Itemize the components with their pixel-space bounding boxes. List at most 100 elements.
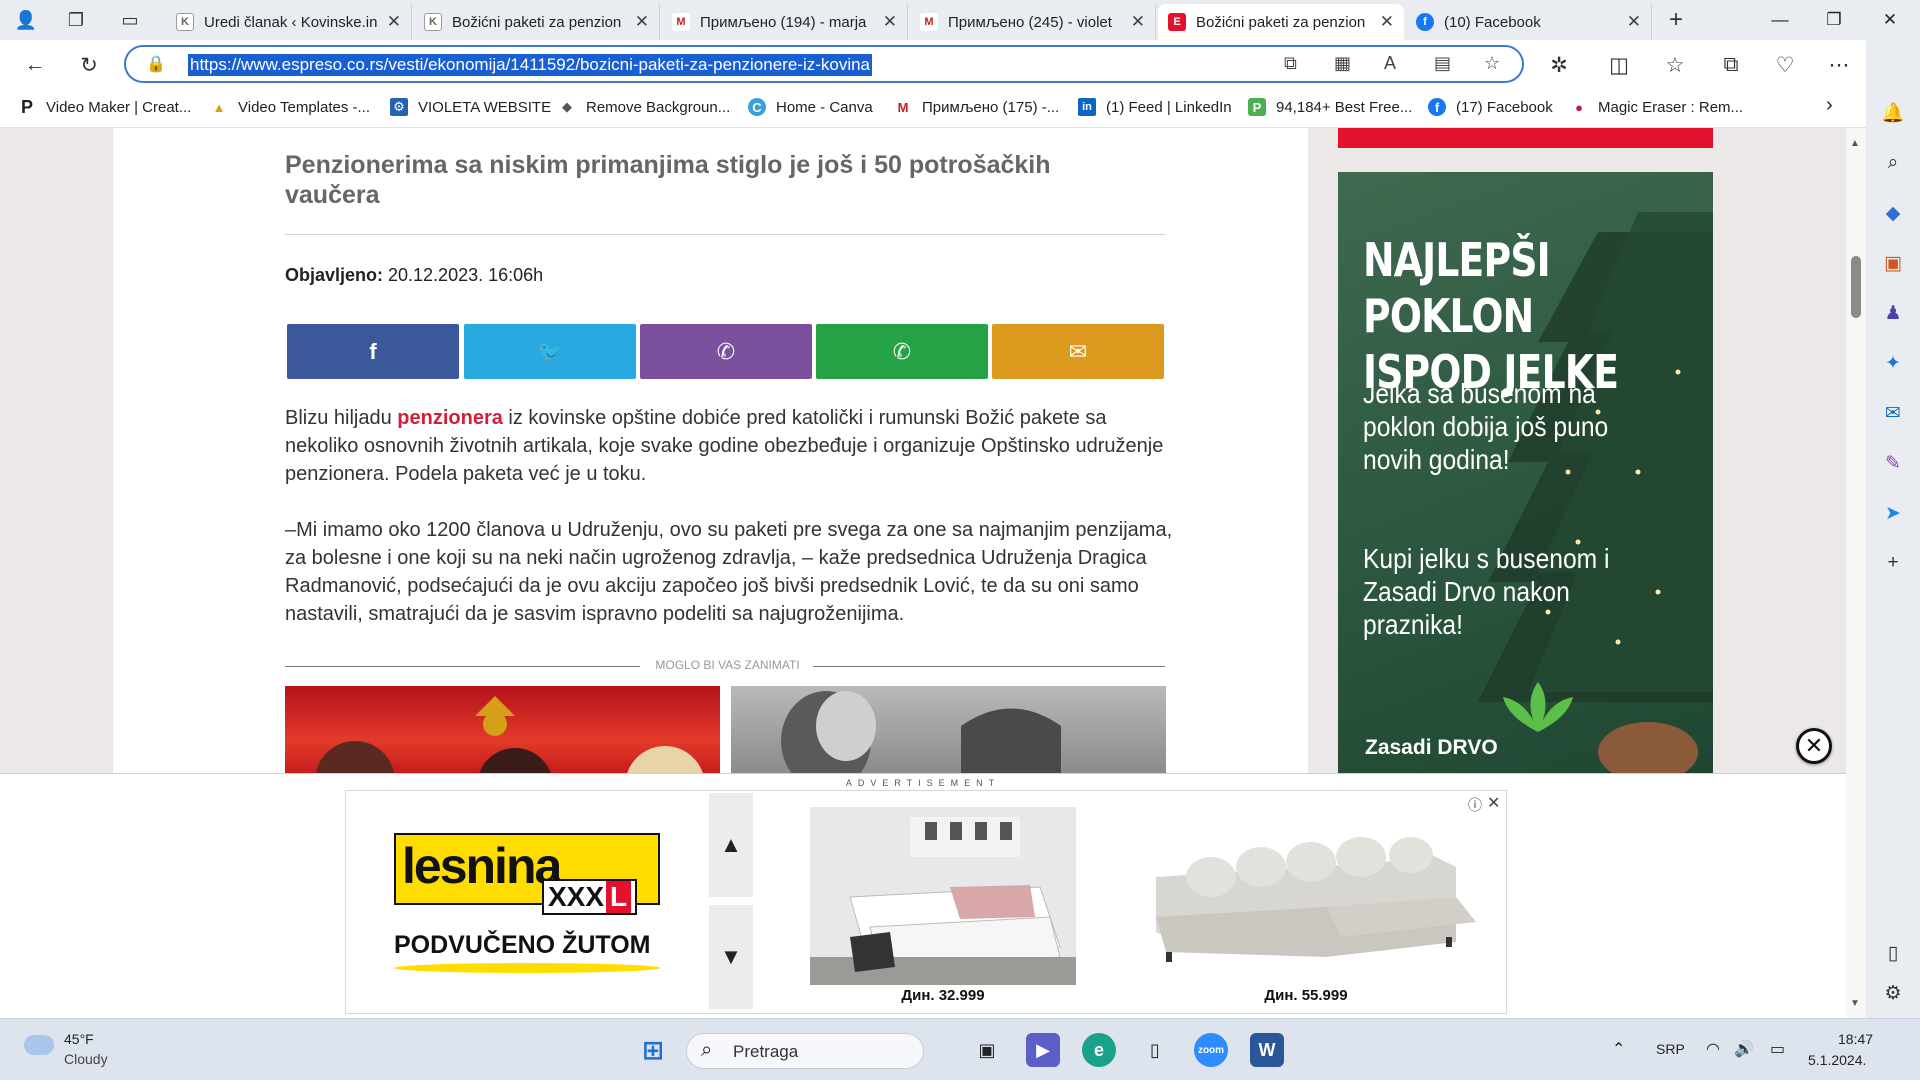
games-icon[interactable]: ♟: [1880, 300, 1906, 326]
favorite-star-icon[interactable]: ☆: [1484, 53, 1500, 74]
bookmark-facebook[interactable]: f (17) Facebook: [1428, 98, 1553, 116]
task-view-icon[interactable]: ▣: [970, 1033, 1004, 1067]
cloud-icon[interactable]: [24, 1035, 54, 1055]
minimize-icon[interactable]: —: [1752, 0, 1808, 40]
bookmark-violeta-website[interactable]: ⚙ VIOLETA WEBSITE: [390, 98, 551, 116]
share-facebook-button[interactable]: f: [287, 324, 459, 379]
bookmark-canva[interactable]: C Home - Canva: [748, 98, 873, 116]
bookmark-video-maker[interactable]: P Video Maker | Creat...: [18, 97, 191, 117]
collections-icon[interactable]: ⧉: [1716, 50, 1746, 80]
product-bed-image[interactable]: [810, 807, 1076, 985]
wifi-icon[interactable]: ◠: [1706, 1039, 1720, 1059]
tab-kovinske-article[interactable]: K Božićni paketi za penzion ✕: [414, 4, 660, 40]
restore-icon[interactable]: ❐: [1806, 0, 1862, 40]
bookmark-video-templates[interactable]: ▲ Video Templates -...: [210, 98, 370, 116]
profile-icon[interactable]: 👤: [12, 6, 40, 34]
bookmark-gmail[interactable]: M Примљено (175) -...: [894, 98, 1060, 116]
share-whatsapp-button[interactable]: ✆: [816, 324, 988, 379]
scroll-up-icon[interactable]: ▲: [1850, 138, 1860, 149]
page-scrollbar[interactable]: ▲ ▼: [1846, 128, 1866, 1018]
add-icon[interactable]: +: [1880, 550, 1906, 576]
volume-icon[interactable]: 🔊: [1734, 1039, 1754, 1059]
browser-essentials-icon[interactable]: ♡: [1770, 50, 1800, 80]
product-sofa-image[interactable]: [1126, 807, 1486, 985]
lock-icon[interactable]: 🔒: [146, 54, 166, 74]
sidebar-red-banner[interactable]: [1338, 128, 1713, 148]
lesnina-ad[interactable]: lesnina XXX L PODVUČENO ŽUTOM ▲ ▼ Дин. 32…: [345, 790, 1507, 1014]
penzionera-link[interactable]: penzionera: [397, 407, 503, 429]
refresh-icon[interactable]: ↻: [74, 50, 104, 80]
scroll-thumb[interactable]: [1851, 256, 1861, 318]
meet-chat-icon[interactable]: ▶: [1026, 1033, 1060, 1067]
published-value: 20.12.2023. 16:06h: [383, 265, 544, 285]
share-email-button[interactable]: ✉: [992, 324, 1164, 379]
clock-date[interactable]: 5.1.2024.: [1808, 1052, 1866, 1068]
edge-browser-icon[interactable]: e: [1082, 1033, 1116, 1067]
share-viber-button[interactable]: ✆: [640, 324, 812, 379]
tray-overflow-chevron-icon[interactable]: ⌃: [1612, 1039, 1625, 1059]
windows-start-icon[interactable]: ⊞: [636, 1033, 670, 1067]
word-document-icon[interactable]: W: [1250, 1033, 1284, 1067]
tab-gmail-1[interactable]: M Примљено (194) - marja ✕: [662, 4, 908, 40]
app-available-icon[interactable]: ⧉: [1284, 53, 1297, 74]
close-icon[interactable]: ✕: [1796, 728, 1832, 764]
tab-espreso-active[interactable]: E Božićni paketi za penzion ✕: [1158, 4, 1404, 40]
bookmark-free-images[interactable]: P 94,184+ Best Free...: [1248, 98, 1412, 116]
notepad-icon[interactable]: ▯: [1138, 1033, 1172, 1067]
carousel-up-button[interactable]: ▲: [709, 793, 753, 897]
bookmark-linkedin[interactable]: in (1) Feed | LinkedIn: [1078, 98, 1232, 116]
tools-icon[interactable]: ▣: [1880, 250, 1906, 276]
url-text[interactable]: https://www.espreso.co.rs/vesti/ekonomij…: [188, 54, 873, 76]
close-window-icon[interactable]: ✕: [1862, 0, 1918, 40]
related-thumbnail-2[interactable]: [731, 686, 1166, 773]
address-bar[interactable]: 🔒 https://www.espreso.co.rs/vesti/ekonom…: [124, 45, 1524, 83]
bell-icon[interactable]: 🔔: [1880, 100, 1906, 126]
send-icon[interactable]: ➤: [1880, 500, 1906, 526]
shopping-tag-icon[interactable]: ◆: [1880, 200, 1906, 226]
bookmark-magic-eraser[interactable]: ● Magic Eraser : Rem...: [1570, 98, 1743, 116]
share-twitter-button[interactable]: 🐦: [464, 324, 636, 379]
settings-gear-icon[interactable]: ⚙: [1880, 980, 1906, 1006]
close-tab-icon[interactable]: ✕: [1627, 12, 1641, 32]
designer-icon[interactable]: ✎: [1880, 450, 1906, 476]
zoom-icon[interactable]: zoom: [1194, 1033, 1228, 1067]
new-tab-icon[interactable]: +: [1662, 6, 1690, 34]
read-aloud-icon[interactable]: A: [1384, 53, 1396, 74]
scroll-down-icon[interactable]: ▼: [1850, 998, 1860, 1009]
ad-close-icon[interactable]: ✕: [1487, 793, 1500, 813]
carousel-down-button[interactable]: ▼: [709, 905, 753, 1009]
close-tab-icon[interactable]: ✕: [635, 12, 649, 32]
tab-kovinske-edit[interactable]: K Uredi članak ‹ Kovinske.in ✕: [166, 4, 412, 40]
split-screen-icon[interactable]: ◫: [1604, 50, 1634, 80]
favorites-icon[interactable]: ☆: [1660, 50, 1690, 80]
immersive-reader-icon[interactable]: ▤: [1434, 53, 1451, 74]
tab-facebook[interactable]: f (10) Facebook ✕: [1406, 4, 1652, 40]
language-indicator[interactable]: SRP: [1656, 1041, 1685, 1057]
sidebar-toggle-icon[interactable]: ▯: [1880, 940, 1906, 966]
clock-time[interactable]: 18:47: [1838, 1031, 1873, 1047]
outlook-icon[interactable]: ✉: [1880, 400, 1906, 426]
christmas-tree-ad[interactable]: NAJLEPŠI POKLON ISPOD JELKE Jelka sa bus…: [1338, 172, 1713, 773]
close-tab-icon[interactable]: ✕: [387, 12, 401, 32]
tab-gmail-2[interactable]: M Примљено (245) - violet ✕: [910, 4, 1156, 40]
close-tab-icon[interactable]: ✕: [1380, 12, 1394, 32]
back-icon[interactable]: ←: [20, 50, 50, 80]
xxxl-badge: XXX L: [542, 879, 638, 915]
taskbar-search[interactable]: ⌕ Pretraga: [686, 1033, 924, 1069]
battery-icon[interactable]: ▭: [1770, 1039, 1785, 1059]
extensions-grid-icon[interactable]: ▦: [1334, 53, 1351, 74]
extensions-icon[interactable]: ✲: [1544, 50, 1574, 80]
close-tab-icon[interactable]: ✕: [1131, 12, 1145, 32]
more-menu-icon[interactable]: ⋯: [1824, 50, 1854, 80]
close-tab-icon[interactable]: ✕: [883, 12, 897, 32]
workspaces-icon[interactable]: ❐: [62, 6, 90, 34]
search-icon[interactable]: ⌕: [1880, 150, 1906, 176]
weather-temperature[interactable]: 45°F: [64, 1031, 94, 1047]
bookmarks-overflow-chevron-icon[interactable]: ›: [1826, 94, 1833, 117]
ad-info-icon[interactable]: ⓘ: [1468, 795, 1482, 815]
microsoft-365-icon[interactable]: ✦: [1880, 350, 1906, 376]
bookmark-remove-background[interactable]: ◆ Remove Backgroun...: [558, 98, 730, 116]
tab-actions-icon[interactable]: ▭: [116, 6, 144, 34]
related-thumbnail-1[interactable]: [285, 686, 720, 773]
weather-description[interactable]: Cloudy: [64, 1051, 108, 1067]
